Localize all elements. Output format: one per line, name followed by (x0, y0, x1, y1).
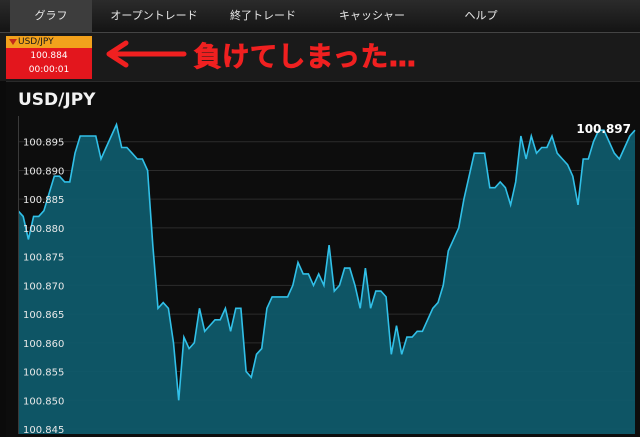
ticker-symbol-row: USD/JPY (6, 36, 92, 48)
top-nav: グラフ オープントレード 終了トレード キャッシャー ヘルプ (0, 0, 640, 33)
y-tick-label: 100.855 (23, 368, 64, 379)
ticker-values: 100.884 00:00:01 (6, 48, 92, 79)
tab-graph[interactable]: グラフ (10, 0, 92, 32)
price-chart-svg: 100.895 100.890 100.885 100.880 100.875 100.8… (18, 116, 636, 436)
price-chart: 100.895 100.890 100.885 100.880 100.875 100.8… (18, 116, 636, 436)
tab-cashier[interactable]: キャッシャー (322, 0, 422, 32)
tab-help[interactable]: ヘルプ (446, 0, 516, 32)
y-tick-label: 100.865 (23, 310, 64, 321)
ticker-price: 100.884 (30, 51, 68, 61)
ticker-symbol: USD/JPY (18, 37, 54, 47)
last-price-label: 100.897 (576, 122, 631, 136)
annotation: 負けてしまった… (106, 34, 417, 74)
y-tick-label: 100.850 (23, 396, 64, 407)
ticker-widget[interactable]: USD/JPY 100.884 00:00:01 (6, 36, 92, 79)
y-tick-label: 100.845 (23, 425, 64, 436)
y-tick-label: 100.860 (23, 339, 64, 350)
chart-title: USD/JPY (18, 90, 96, 110)
y-tick-label: 100.885 (23, 195, 64, 206)
down-arrow-icon (9, 39, 17, 45)
tab-closed-trades[interactable]: 終了トレード (218, 0, 308, 32)
y-tick-label: 100.870 (23, 281, 64, 292)
y-tick-label: 100.880 (23, 224, 64, 235)
tab-open-trades[interactable]: オープントレード (100, 0, 208, 32)
left-arrow-icon (106, 40, 187, 68)
annotation-text: 負けてしまった… (194, 41, 417, 73)
y-tick-label: 100.890 (23, 166, 64, 177)
y-tick-label: 100.895 (23, 138, 64, 149)
ticker-timer: 00:00:01 (28, 65, 70, 75)
y-tick-label: 100.875 (23, 253, 64, 264)
